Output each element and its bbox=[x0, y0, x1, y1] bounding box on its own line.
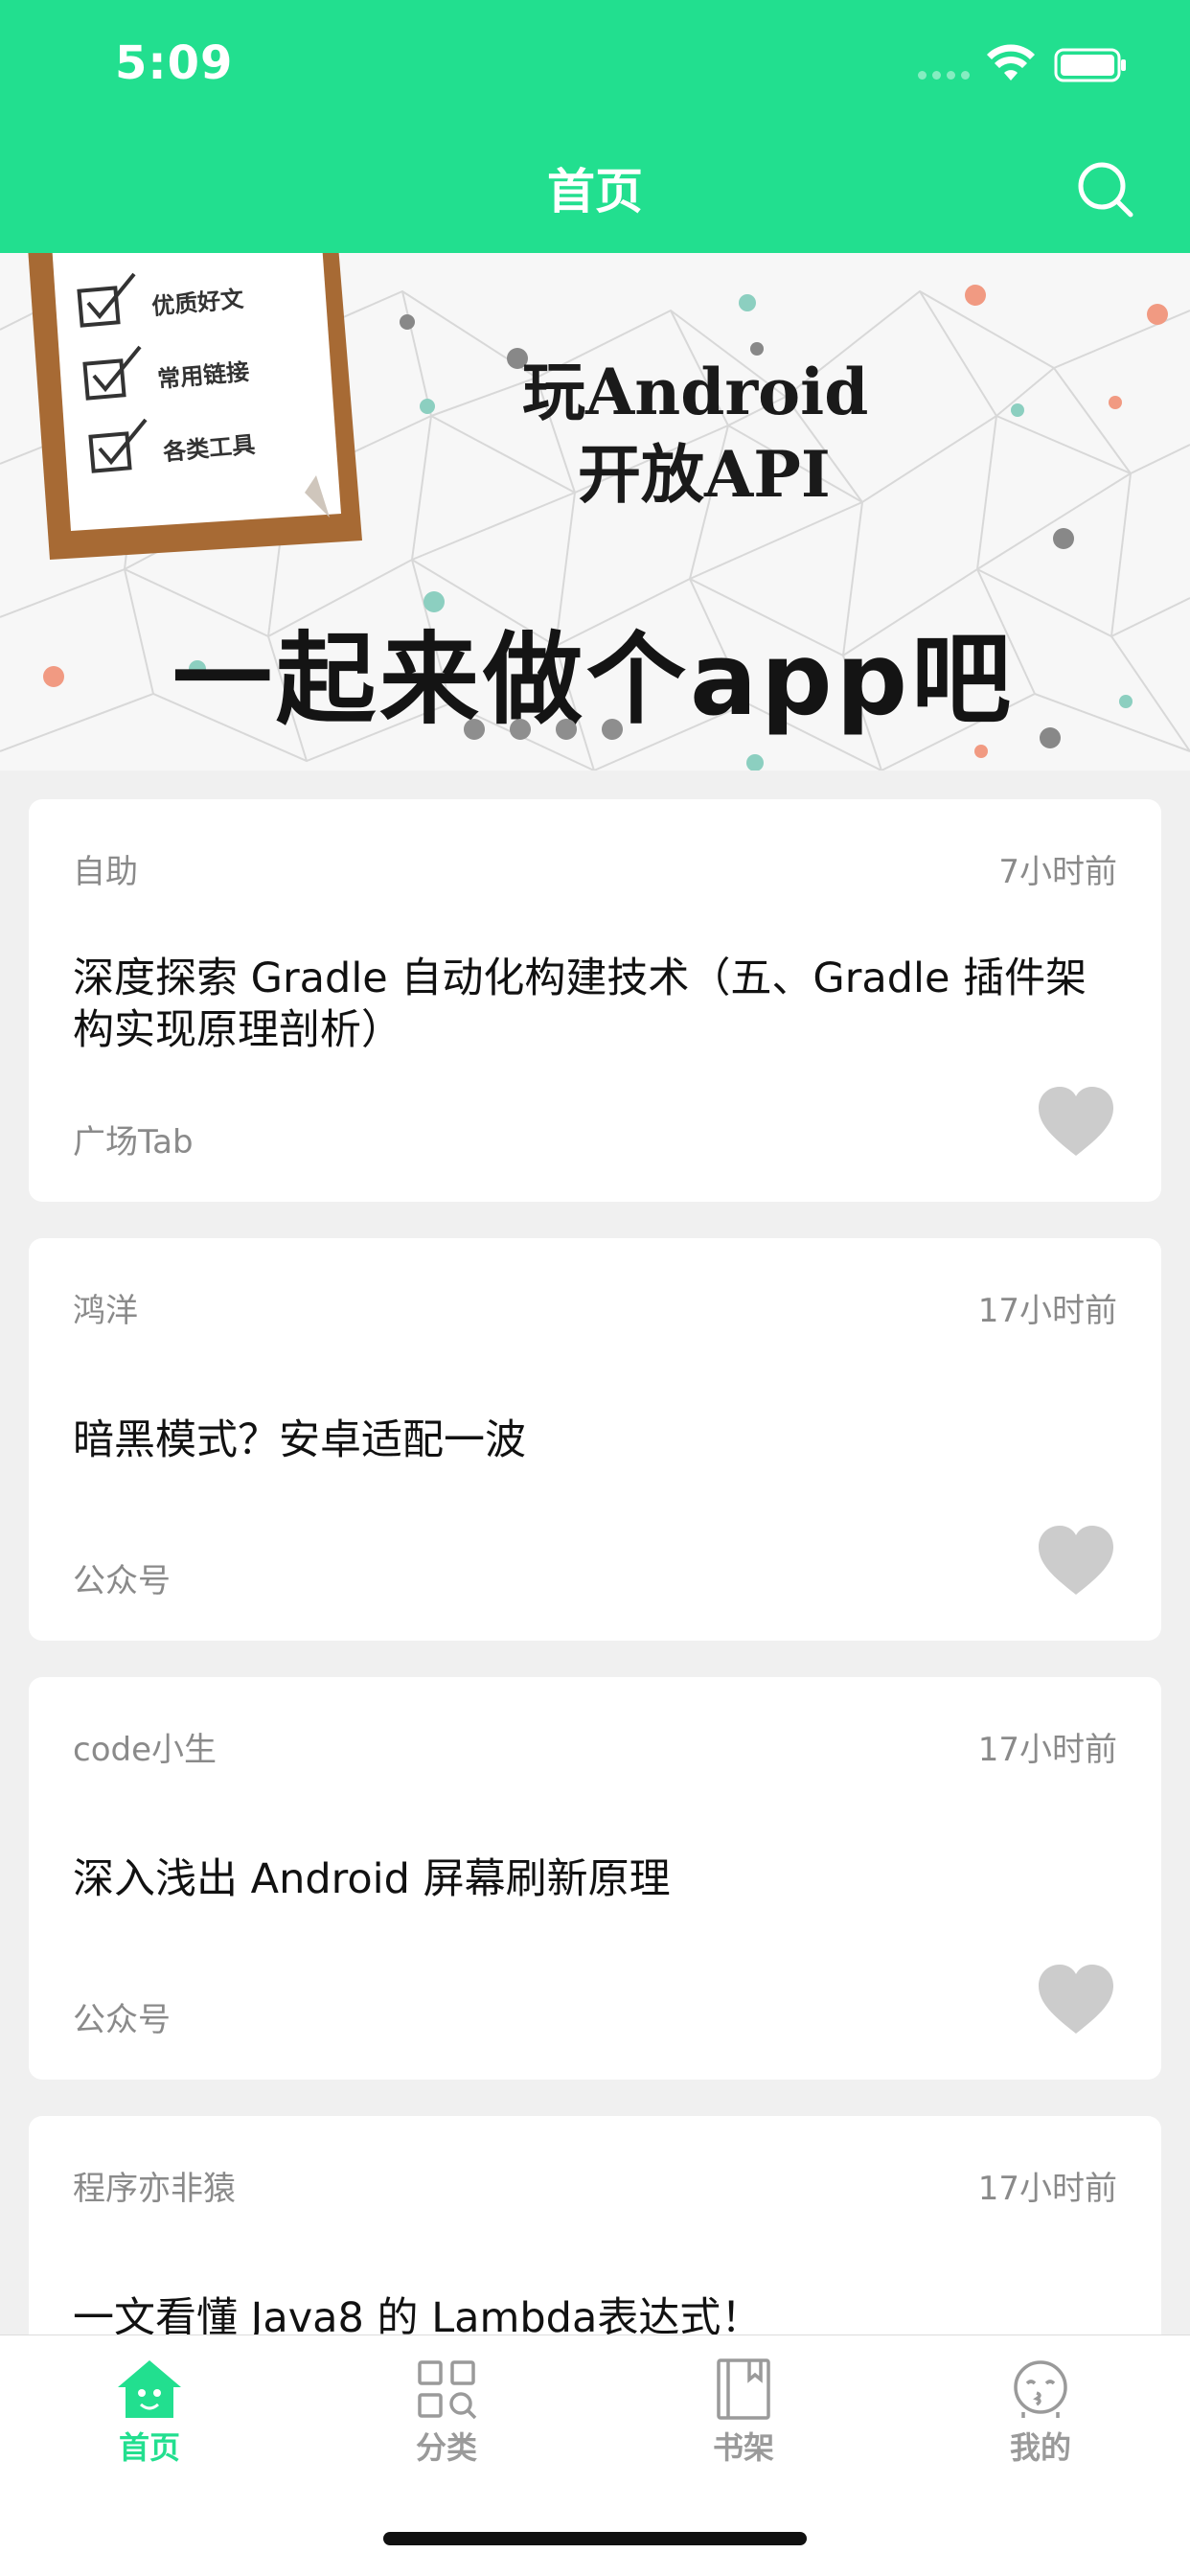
tab-profile[interactable]: 我的 bbox=[964, 2358, 1117, 2468]
page-title: 首页 bbox=[547, 164, 643, 219]
article-time: 7小时前 bbox=[998, 853, 1117, 891]
banner-subtitle: 开放API bbox=[578, 437, 831, 512]
page-dot[interactable] bbox=[602, 719, 623, 740]
article-author: 程序亦非猿 bbox=[73, 2170, 236, 2208]
article-author: code小生 bbox=[73, 1731, 217, 1769]
banner-title: 玩Android bbox=[522, 355, 869, 429]
profile-icon bbox=[1014, 2360, 1067, 2418]
heart-icon[interactable] bbox=[1037, 1524, 1115, 1597]
home-indicator[interactable] bbox=[383, 2532, 807, 2545]
wifi-icon bbox=[987, 44, 1035, 80]
bookshelf-icon bbox=[717, 2358, 770, 2420]
article-time: 17小时前 bbox=[977, 2170, 1117, 2208]
article-author: 自助 bbox=[73, 853, 138, 891]
tab-home[interactable]: 首页 bbox=[73, 2358, 226, 2468]
search-icon[interactable] bbox=[1075, 159, 1136, 220]
article-card[interactable]: 程序亦非猿 17小时前 一文看懂 Java8 的 Lambda表达式！ bbox=[29, 2116, 1161, 2334]
article-card[interactable]: 自助 7小时前 深度探索 Gradle 自动化构建技术（五、Gradle 插件架… bbox=[29, 799, 1161, 1202]
article-title[interactable]: 暗黑模式？安卓适配一波 bbox=[73, 1414, 1117, 1466]
app-header: 5:09 首页 bbox=[0, 0, 1190, 253]
article-list[interactable]: 自助 7小时前 深度探索 Gradle 自动化构建技术（五、Gradle 插件架… bbox=[0, 770, 1190, 2334]
cellular-signal-icon bbox=[918, 71, 975, 80]
category-icon bbox=[418, 2360, 477, 2420]
heart-icon[interactable] bbox=[1037, 1963, 1115, 2036]
article-time: 17小时前 bbox=[977, 1292, 1117, 1330]
page-dot[interactable] bbox=[556, 719, 577, 740]
tab-label: 分类 bbox=[415, 2429, 477, 2466]
article-card[interactable]: code小生 17小时前 深入浅出 Android 屏幕刷新原理 公众号 bbox=[29, 1677, 1161, 2080]
article-time: 17小时前 bbox=[977, 1731, 1117, 1769]
article-title[interactable]: 深入浅出 Android 屏幕刷新原理 bbox=[73, 1853, 1117, 1905]
article-title[interactable]: 一文看懂 Java8 的 Lambda表达式！ bbox=[73, 2292, 1117, 2334]
article-card[interactable]: 鸿洋 17小时前 暗黑模式？安卓适配一波 公众号 bbox=[29, 1238, 1161, 1641]
tab-category[interactable]: 分类 bbox=[370, 2358, 523, 2468]
tab-label: 首页 bbox=[118, 2429, 180, 2466]
battery-icon bbox=[1054, 48, 1126, 82]
tab-label: 我的 bbox=[1009, 2429, 1071, 2466]
tab-bookshelf[interactable]: 书架 bbox=[667, 2358, 820, 2468]
carousel-page-indicator[interactable] bbox=[464, 719, 623, 740]
heart-icon[interactable] bbox=[1037, 1085, 1115, 1158]
article-author: 鸿洋 bbox=[73, 1292, 138, 1330]
page-dot[interactable] bbox=[510, 719, 531, 740]
banner-carousel[interactable]: 优质好文 常用链接 各类工具 玩Android 开放API 一起来做个app吧 bbox=[0, 253, 1190, 770]
tab-label: 书架 bbox=[712, 2429, 774, 2466]
article-tag: 广场Tab bbox=[73, 1123, 194, 1162]
page-dot[interactable] bbox=[464, 719, 485, 740]
status-time: 5:09 bbox=[115, 36, 234, 90]
article-tag: 公众号 bbox=[73, 1562, 171, 1600]
article-title[interactable]: 深度探索 Gradle 自动化构建技术（五、Gradle 插件架构实现原理剖析） bbox=[73, 953, 1117, 1056]
article-tag: 公众号 bbox=[73, 2001, 171, 2039]
home-icon bbox=[118, 2360, 181, 2418]
